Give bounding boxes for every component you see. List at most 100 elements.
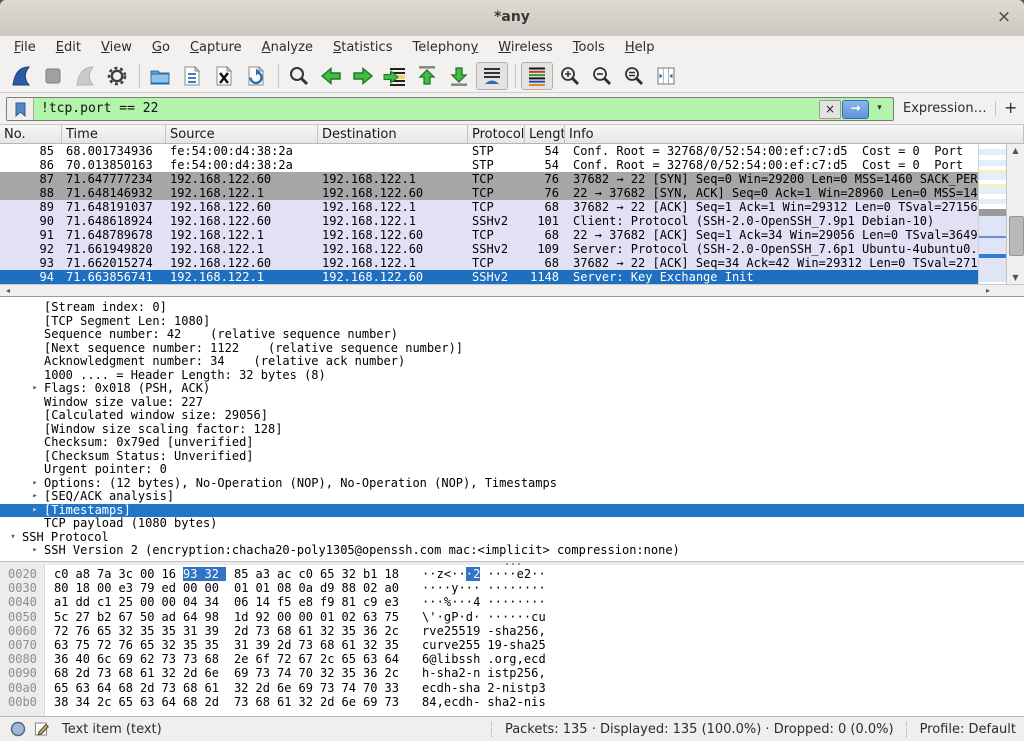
auto-scroll-icon[interactable] <box>476 62 508 90</box>
menu-item-telephony[interactable]: Telephony <box>402 38 488 57</box>
hex-row[interactable]: 006072766532353531392d7368613235362crve2… <box>0 624 1024 638</box>
scrollbar-thumb[interactable] <box>1009 216 1024 256</box>
detail-line[interactable]: [Stream index: 0] <box>0 301 1024 315</box>
add-filter-button[interactable]: + <box>1004 98 1017 117</box>
column-header-protocol[interactable]: Protocol <box>468 125 525 143</box>
filter-apply-icon[interactable]: → <box>842 100 869 119</box>
detail-line[interactable]: ▸Flags: 0x018 (PSH, ACK) <box>0 382 1024 396</box>
packet-list-vertical-scrollbar[interactable]: ▲ ▼ <box>1006 144 1024 284</box>
hex-row[interactable]: 0090682d736861322d6e697374703235362ch-sh… <box>0 666 1024 680</box>
packet-row[interactable]: 8568.001734936fe:54:00:d4:38:2aSTP54Conf… <box>0 144 978 158</box>
capture-options-icon[interactable] <box>102 62 132 90</box>
go-to-top-icon[interactable] <box>412 62 442 90</box>
capture-comment-icon[interactable] <box>34 721 50 741</box>
detail-line[interactable]: [Next sequence number: 1122 (relative se… <box>0 342 1024 356</box>
detail-line[interactable]: Checksum: 0x79ed [unverified] <box>0 436 1024 450</box>
go-to-bottom-icon[interactable] <box>444 62 474 90</box>
restart-capture-icon[interactable] <box>70 62 100 90</box>
packet-row[interactable]: 8670.013850163fe:54:00:d4:38:2aSTP54Conf… <box>0 158 978 172</box>
menu-item-edit[interactable]: Edit <box>46 38 91 57</box>
detail-line[interactable]: ▸Options: (12 bytes), No-Operation (NOP)… <box>0 477 1024 491</box>
save-file-icon[interactable] <box>177 62 207 90</box>
open-file-icon[interactable] <box>145 62 175 90</box>
go-forward-icon[interactable] <box>348 62 378 90</box>
expander-right-icon[interactable]: ▸ <box>26 477 44 491</box>
menu-item-help[interactable]: Help <box>615 38 665 57</box>
hex-row[interactable]: 00505c27b26750ad64981d92000001026375\'·g… <box>0 610 1024 624</box>
expert-info-icon[interactable] <box>10 721 26 741</box>
expander-right-icon[interactable]: ▸ <box>26 382 44 396</box>
status-profile[interactable]: Profile: Default <box>920 722 1016 737</box>
detail-line[interactable]: Urgent pointer: 0 <box>0 463 1024 477</box>
zoom-reset-icon[interactable] <box>619 62 649 90</box>
packet-row[interactable]: 9271.661949820192.168.122.1192.168.122.6… <box>0 242 978 256</box>
menu-item-tools[interactable]: Tools <box>563 38 615 57</box>
column-header-time[interactable]: Time <box>62 125 166 143</box>
reload-icon[interactable] <box>241 62 271 90</box>
detail-line[interactable]: [Calculated window size: 29056] <box>0 409 1024 423</box>
hex-row[interactable]: 008036406c69627373682e6f72672c6563646@li… <box>0 652 1024 666</box>
detail-line[interactable]: ▸[Timestamps] <box>0 504 1024 518</box>
detail-line[interactable]: Window size value: 227 <box>0 396 1024 410</box>
expander-right-icon[interactable]: ▸ <box>26 504 44 518</box>
scroll-right-icon[interactable]: ▸ <box>981 285 995 296</box>
detail-line[interactable]: 1000 .... = Header Length: 32 bytes (8) <box>0 369 1024 383</box>
resize-columns-icon[interactable] <box>651 62 681 90</box>
start-capture-icon[interactable] <box>6 62 36 90</box>
column-header-destination[interactable]: Destination <box>318 125 468 143</box>
hex-row[interactable]: 0020c0a87a3c0016933285a3acc06532b118··z<… <box>0 567 1024 581</box>
scroll-down-icon[interactable]: ▼ <box>1007 271 1024 284</box>
packet-row[interactable]: 8871.648146932192.168.122.1192.168.122.6… <box>0 186 978 200</box>
packet-list-horizontal-scrollbar[interactable]: ◂ ▸ <box>0 284 1024 296</box>
filter-bookmark-icon[interactable] <box>7 98 34 120</box>
filter-clear-icon[interactable]: × <box>819 100 841 119</box>
find-packet-icon[interactable] <box>284 62 314 90</box>
title-bar[interactable]: *any × <box>0 0 1024 37</box>
expression-button[interactable]: Expression… <box>903 101 987 116</box>
scroll-left-icon[interactable]: ◂ <box>1 285 15 296</box>
column-header-info[interactable]: Info <box>565 125 1024 143</box>
packet-row[interactable]: 9371.662015274192.168.122.60192.168.122.… <box>0 256 978 270</box>
packet-row[interactable]: 8771.647777234192.168.122.60192.168.122.… <box>0 172 978 186</box>
colorize-icon[interactable] <box>521 62 553 90</box>
zoom-in-icon[interactable] <box>555 62 585 90</box>
packet-row[interactable]: 9471.663856741192.168.122.1192.168.122.6… <box>0 270 978 284</box>
detail-line[interactable]: ▾SSH Protocol <box>0 531 1024 545</box>
detail-line[interactable]: Acknowledgment number: 34 (relative ack … <box>0 355 1024 369</box>
expander-right-icon[interactable]: ▸ <box>26 490 44 504</box>
stop-capture-icon[interactable] <box>38 62 68 90</box>
expander-right-icon[interactable]: ▸ <box>26 544 44 558</box>
scroll-up-icon[interactable]: ▲ <box>1007 144 1024 157</box>
detail-line[interactable]: [Checksum Status: Unverified] <box>0 450 1024 464</box>
menu-item-capture[interactable]: Capture <box>180 38 252 57</box>
detail-line[interactable]: [Window size scaling factor: 128] <box>0 423 1024 437</box>
hex-row[interactable]: 0030801800e379ed00000101080ad98802a0····… <box>0 581 1024 595</box>
display-filter-input[interactable]: !tcp.port == 22 × → ▾ <box>6 97 894 121</box>
expander-down-icon[interactable]: ▾ <box>4 531 22 545</box>
filter-value[interactable]: !tcp.port == 22 <box>41 101 158 116</box>
hex-row[interactable]: 00b038342c656364682d736861322d6e697384,e… <box>0 695 1024 709</box>
zoom-out-icon[interactable] <box>587 62 617 90</box>
packet-row[interactable]: 9071.648618924192.168.122.60192.168.122.… <box>0 214 978 228</box>
detail-line[interactable]: ▸[SEQ/ACK analysis] <box>0 490 1024 504</box>
close-capture-icon[interactable] <box>209 62 239 90</box>
column-header-length[interactable]: Length <box>525 125 565 143</box>
menu-item-wireless[interactable]: Wireless <box>488 38 562 57</box>
packet-row[interactable]: 8971.648191037192.168.122.60192.168.122.… <box>0 200 978 214</box>
column-header-no[interactable]: No. <box>0 125 62 143</box>
close-window-icon[interactable]: × <box>994 7 1014 27</box>
hex-row[interactable]: 00a0656364682d736861322d6e6973747033ecdh… <box>0 681 1024 695</box>
packet-row[interactable]: 9171.648789678192.168.122.1192.168.122.6… <box>0 228 978 242</box>
hex-row[interactable]: 0070637572766532353531392d7368613235curv… <box>0 638 1024 652</box>
go-back-icon[interactable] <box>316 62 346 90</box>
menu-item-go[interactable]: Go <box>142 38 180 57</box>
menu-item-analyze[interactable]: Analyze <box>252 38 323 57</box>
menu-item-file[interactable]: File <box>4 38 46 57</box>
filter-dropdown-icon[interactable]: ▾ <box>872 100 887 117</box>
menu-item-statistics[interactable]: Statistics <box>323 38 403 57</box>
detail-line[interactable]: [TCP Segment Len: 1080] <box>0 315 1024 329</box>
hex-row[interactable]: 0040a1ddc125000004340614f5e8f981c9e3···%… <box>0 595 1024 609</box>
detail-line[interactable]: ▸SSH Version 2 (encryption:chacha20-poly… <box>0 544 1024 558</box>
detail-line[interactable]: TCP payload (1080 bytes) <box>0 517 1024 531</box>
detail-line[interactable]: Sequence number: 42 (relative sequence n… <box>0 328 1024 342</box>
